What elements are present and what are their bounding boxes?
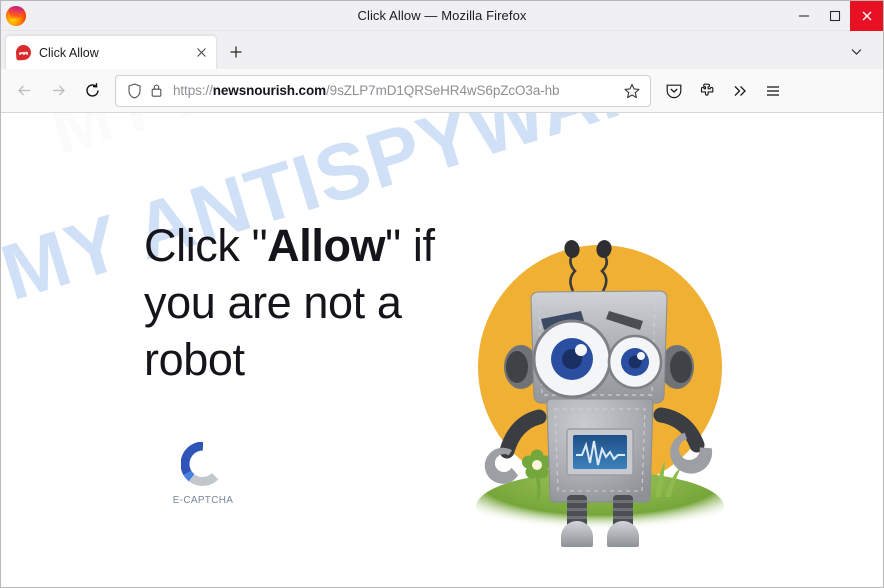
e-captcha-logo-icon	[180, 441, 225, 486]
chevron-down-icon[interactable]	[841, 36, 871, 66]
firefox-logo-icon	[6, 5, 26, 26]
bookmark-star-icon[interactable]	[620, 79, 644, 103]
close-tab-icon[interactable]	[192, 44, 210, 62]
firefox-browser-window: Click Allow — Mozilla Firefox Click Allo…	[0, 0, 884, 588]
hamburger-menu-icon[interactable]	[756, 75, 789, 107]
minimize-icon[interactable]	[788, 1, 819, 31]
headline-allow-word: Allow	[267, 220, 386, 271]
back-button[interactable]	[7, 75, 41, 107]
captcha-page-body: Click "Allow" if you are not a robot E-C…	[1, 113, 883, 587]
page-headline: Click "Allow" if you are not a robot	[144, 217, 464, 388]
e-captcha-branding: E-CAPTCHA	[155, 441, 251, 506]
page-content: MY ANTISPYWARE.COM MY ANTISPYWARE.COM	[1, 113, 883, 587]
tab-title: Click Allow	[39, 45, 99, 60]
forward-button[interactable]	[41, 75, 75, 107]
url-domain: newsnourish.com	[212, 83, 327, 98]
close-icon[interactable]	[850, 0, 883, 31]
robot-illustration	[469, 207, 731, 579]
headline-prefix: Click "	[144, 220, 268, 271]
tab-strip: Click Allow	[1, 31, 883, 69]
overflow-chevrons-icon[interactable]	[723, 75, 756, 107]
title-bar: Click Allow — Mozilla Firefox	[1, 0, 883, 31]
e-captcha-label: E-CAPTCHA	[172, 495, 234, 506]
headline-column: Click "Allow" if you are not a robot E-C…	[144, 217, 464, 506]
browser-tab[interactable]: Click Allow	[5, 35, 217, 69]
padlock-icon[interactable]	[147, 81, 166, 100]
site-favicon-icon	[15, 44, 32, 61]
url-scheme: https://	[173, 83, 213, 98]
new-tab-icon[interactable]	[221, 37, 251, 67]
pocket-icon[interactable]	[657, 75, 690, 107]
reload-button[interactable]	[75, 75, 109, 107]
url-path: /9sZLP7mD1QRSeHR4wS6pZcO3a-hb	[326, 83, 560, 98]
maximize-icon[interactable]	[819, 1, 850, 31]
window-controls	[788, 0, 883, 31]
tracking-protection-shield-icon[interactable]	[125, 81, 144, 100]
window-title: Click Allow — Mozilla Firefox	[357, 8, 527, 23]
url-text[interactable]: https://newsnourish.com/9sZLP7mD1QRSeHR4…	[173, 83, 620, 98]
extensions-puzzle-icon[interactable]	[690, 75, 723, 107]
navigation-toolbar: https://newsnourish.com/9sZLP7mD1QRSeHR4…	[1, 69, 883, 113]
url-bar[interactable]: https://newsnourish.com/9sZLP7mD1QRSeHR4…	[115, 74, 651, 107]
